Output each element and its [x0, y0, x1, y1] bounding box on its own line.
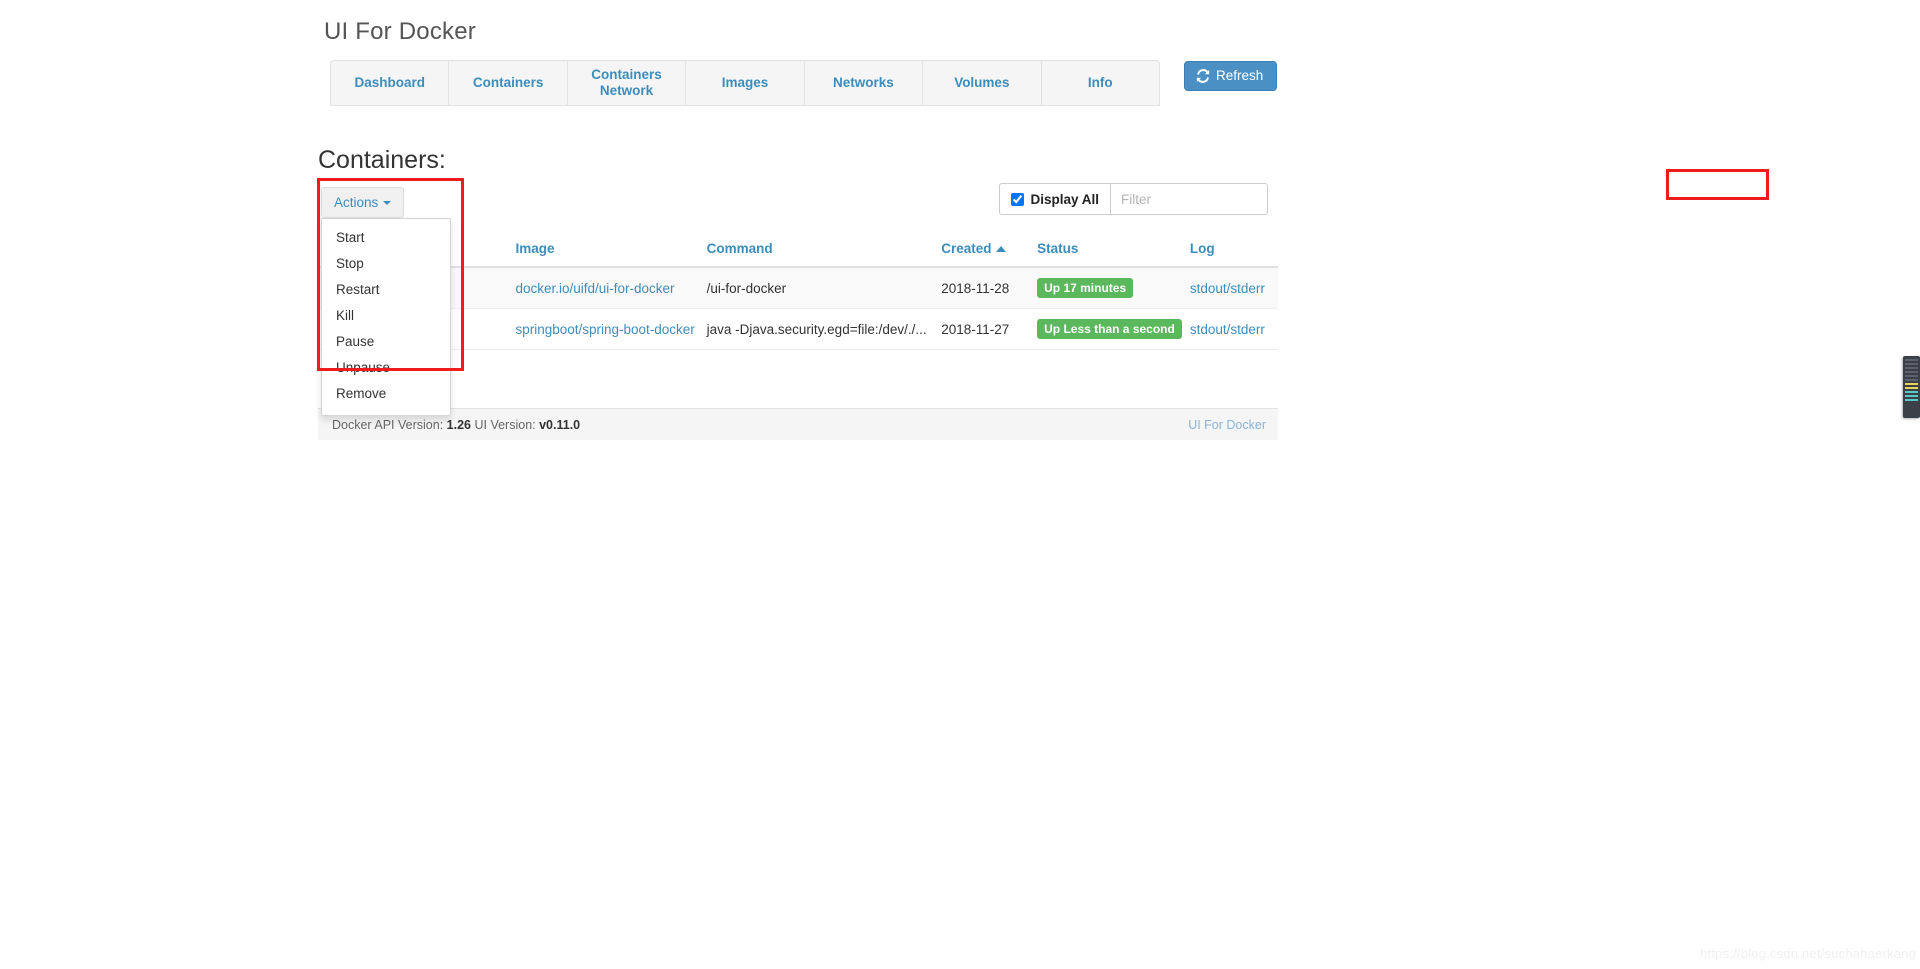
widget-bar — [1905, 371, 1918, 373]
tab-dashboard-label: Dashboard — [354, 75, 425, 90]
widget-bar — [1905, 375, 1918, 377]
navigation-bar: Dashboard Containers Containers Network … — [318, 60, 1278, 106]
status-badge: Up Less than a second — [1037, 319, 1182, 339]
refresh-label: Refresh — [1216, 68, 1264, 84]
tab-networks-label: Networks — [833, 75, 894, 90]
widget-bar-highlight — [1905, 383, 1918, 385]
row-created-cell: 2018-11-28 — [937, 267, 1034, 309]
footer-api-label: Docker API Version: — [332, 417, 444, 432]
row-status-cell: Up Less than a second — [1033, 308, 1186, 350]
widget-bar-accent — [1905, 399, 1918, 401]
tab-containers-network[interactable]: Containers Network — [568, 61, 687, 105]
tab-containers-network-label-line2: Network — [599, 83, 654, 98]
tab-volumes[interactable]: Volumes — [923, 61, 1042, 105]
footer: Docker API Version: 1.26 UI Version: v0.… — [318, 408, 1278, 440]
watermark: https://blog.csdn.net/suchahaerkang — [1700, 946, 1916, 961]
container-log-link[interactable]: stdout/stderr — [1190, 322, 1265, 337]
footer-versions: Docker API Version: 1.26 UI Version: v0.… — [332, 418, 580, 432]
menu-item-remove[interactable]: Remove — [322, 381, 450, 407]
tab-dashboard[interactable]: Dashboard — [331, 61, 450, 105]
containers-toolbar: Actions Start Stop Restart Kill Pause Un… — [317, 169, 1770, 416]
row-command-cell: java -Djava.security.egd=file:/dev/./... — [702, 308, 938, 350]
header-created-label: Created — [941, 241, 992, 256]
menu-item-kill[interactable]: Kill — [322, 303, 450, 329]
side-panel-widget[interactable] — [1903, 356, 1920, 418]
tab-networks[interactable]: Networks — [805, 61, 924, 105]
row-image-cell: docker.io/uifd/ui-for-docker — [511, 267, 703, 309]
row-log-cell: stdout/stderr — [1185, 267, 1278, 309]
sort-ascending-icon — [995, 246, 1006, 252]
container-image-link[interactable]: springboot/spring-boot-docker — [515, 322, 694, 337]
footer-ui-label: UI Version: — [474, 417, 536, 432]
tab-info-label: Info — [1087, 75, 1113, 90]
table-body: b docker.io/uifd/ui-for-docker /ui-for-d… — [318, 267, 1278, 350]
footer-api-version: 1.26 — [446, 417, 471, 432]
refresh-button[interactable]: Refresh — [1184, 61, 1278, 91]
header-log[interactable]: Log — [1185, 233, 1278, 268]
menu-item-restart[interactable]: Restart — [322, 277, 450, 303]
widget-bar-accent — [1905, 395, 1918, 397]
container-log-link[interactable]: stdout/stderr — [1190, 281, 1265, 296]
row-command-cell: /ui-for-docker — [702, 267, 938, 309]
display-all-checkbox[interactable] — [1011, 192, 1025, 206]
section-title: Containers: — [318, 146, 446, 174]
tab-containers-label: Containers — [472, 75, 544, 90]
containers-table: Name Image Command Created Status Log — [318, 233, 1278, 350]
widget-bar-accent — [1905, 391, 1918, 393]
menu-item-pause[interactable]: Pause — [322, 329, 450, 355]
row-created-cell: 2018-11-27 — [937, 308, 1034, 350]
containers-table-wrap: Name Image Command Created Status Log — [318, 233, 1278, 408]
widget-bar — [1905, 367, 1918, 369]
annotation-box-display-all — [1666, 169, 1770, 200]
table-head: Name Image Command Created Status Log — [318, 233, 1278, 268]
table-header-row: Name Image Command Created Status Log — [318, 233, 1278, 268]
page-container: UI For Docker Dashboard Containers Conta… — [317, 0, 1770, 440]
widget-bar — [1905, 359, 1918, 361]
row-status-cell: Up 17 minutes — [1033, 267, 1186, 309]
row-log-cell: stdout/stderr — [1185, 308, 1278, 350]
tab-images-label: Images — [721, 75, 769, 90]
widget-bar — [1905, 379, 1918, 381]
nav-tabs: Dashboard Containers Containers Network … — [330, 60, 1160, 106]
footer-ui-version: v0.11.0 — [539, 417, 581, 432]
filter-input[interactable] — [1110, 183, 1268, 215]
widget-bar-highlight — [1905, 387, 1918, 389]
row-image-cell: springboot/spring-boot-docker — [511, 308, 703, 350]
display-all-label: Display All — [1030, 191, 1099, 207]
footer-link[interactable]: UI For Docker — [1188, 418, 1266, 432]
display-all-toggle[interactable]: Display All — [999, 183, 1110, 215]
header-image[interactable]: Image — [511, 233, 703, 268]
actions-button[interactable]: Actions — [321, 187, 405, 218]
header-command[interactable]: Command — [702, 233, 938, 268]
actions-button-label: Actions — [334, 195, 379, 210]
menu-item-start[interactable]: Start — [322, 225, 450, 251]
refresh-icon — [1196, 69, 1210, 83]
tab-info[interactable]: Info — [1042, 61, 1159, 105]
actions-dropdown-menu[interactable]: Start Stop Restart Kill Pause Unpause Re… — [321, 218, 451, 416]
menu-item-stop[interactable]: Stop — [322, 251, 450, 277]
filter-group: Display All — [999, 169, 1770, 215]
header-status[interactable]: Status — [1033, 233, 1186, 268]
widget-bar — [1905, 363, 1918, 365]
tab-containers[interactable]: Containers — [449, 61, 568, 105]
container-image-link[interactable]: docker.io/uifd/ui-for-docker — [515, 281, 674, 296]
tab-images[interactable]: Images — [686, 61, 805, 105]
header-created[interactable]: Created — [937, 233, 1034, 268]
table-row[interactable]: t-docker springboot/spring-boot-docker j… — [318, 308, 1278, 350]
chevron-down-icon — [383, 200, 392, 205]
status-badge: Up 17 minutes — [1037, 278, 1134, 298]
tab-volumes-label: Volumes — [954, 75, 1010, 90]
tab-containers-network-label-line1: Containers — [591, 67, 662, 82]
table-row[interactable]: b docker.io/uifd/ui-for-docker /ui-for-d… — [318, 267, 1278, 309]
table-empty-space — [318, 350, 1278, 408]
page-title: UI For Docker — [324, 18, 476, 45]
menu-item-unpause[interactable]: Unpause — [322, 355, 450, 381]
